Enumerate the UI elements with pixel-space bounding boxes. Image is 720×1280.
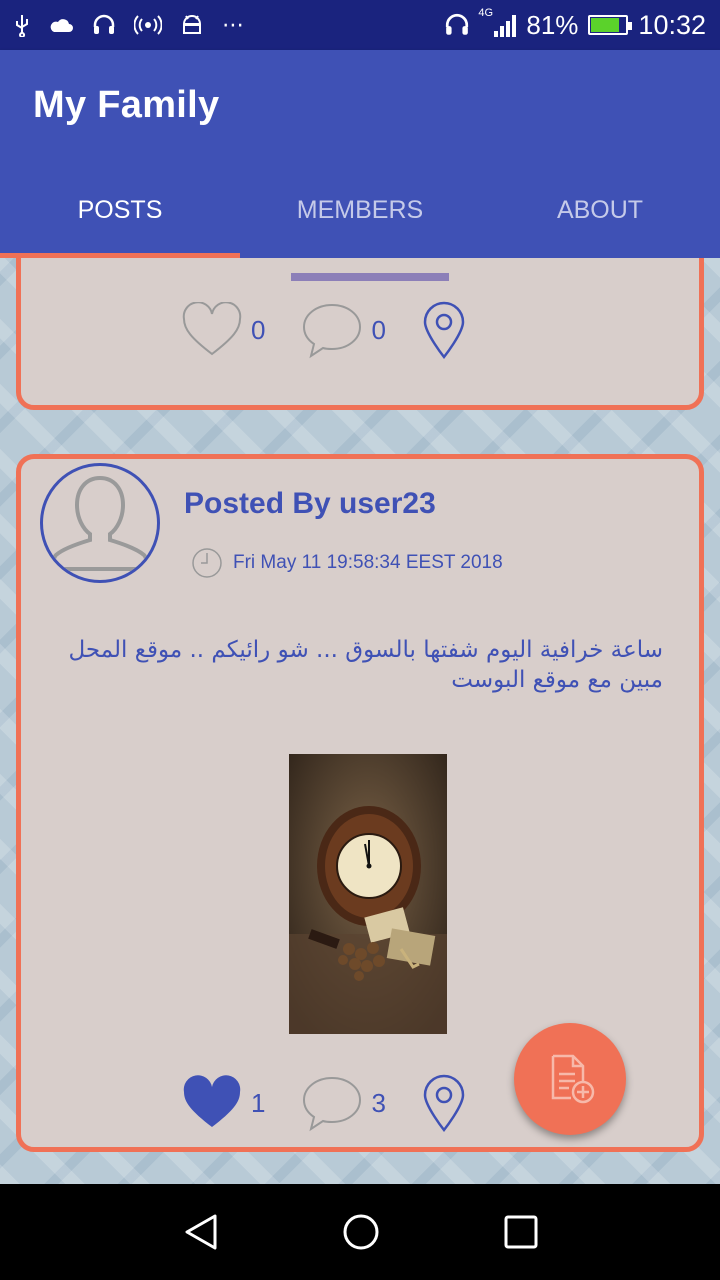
notification-icons: ⋯ <box>14 12 244 38</box>
comment-button[interactable]: 0 <box>301 301 386 359</box>
location-pin-icon <box>423 1074 465 1132</box>
back-icon[interactable] <box>182 1212 220 1252</box>
android-icon <box>182 15 202 34</box>
add-post-button[interactable] <box>514 1023 626 1135</box>
avatar[interactable] <box>40 463 160 583</box>
signal-icon: 4G <box>478 7 517 37</box>
heart-outline-icon <box>182 302 242 356</box>
tab-bar: POSTS MEMBERS ABOUT <box>0 162 720 258</box>
tab-posts[interactable]: POSTS <box>0 162 240 258</box>
location-button[interactable] <box>422 1074 466 1132</box>
post-date: Fri May 11 19:58:34 EEST 2018 <box>233 552 503 573</box>
comment-count: 3 <box>371 1087 386 1118</box>
user-placeholder-icon <box>50 475 150 571</box>
clock-icon <box>192 548 222 578</box>
tab-members[interactable]: MEMBERS <box>240 162 480 258</box>
clock: 10:32 <box>638 9 706 40</box>
more-icon: ⋯ <box>222 12 244 37</box>
tab-about[interactable]: ABOUT <box>480 162 720 258</box>
comment-bubble-icon <box>303 1076 362 1132</box>
post-author: Posted By user23 <box>184 487 436 520</box>
like-button[interactable]: 1 <box>181 1075 265 1131</box>
add-document-icon <box>551 1054 595 1104</box>
like-button[interactable]: 0 <box>181 302 265 358</box>
like-count: 0 <box>251 314 266 345</box>
recent-apps-icon[interactable] <box>502 1212 540 1252</box>
app-title: My Family <box>33 84 220 126</box>
post-image[interactable] <box>291 273 449 281</box>
hotspot-icon <box>134 15 162 35</box>
post-image[interactable] <box>289 754 447 1034</box>
post-date-row: Fri May 11 19:58:34 EEST 2018 <box>191 547 503 579</box>
comment-bubble-icon <box>303 303 362 359</box>
post-text: ساعة خرافية اليوم شفتها بالسوق ... شو را… <box>68 637 663 693</box>
post-actions: 1 3 <box>181 1074 502 1132</box>
navigation-bar <box>0 1184 720 1280</box>
app-bar: My Family <box>0 50 720 162</box>
location-pin-icon <box>423 301 465 359</box>
heart-filled-icon <box>183 1075 241 1127</box>
status-bar: ⋯ 4G 81% 10:32 <box>0 0 720 50</box>
location-button[interactable] <box>422 301 466 359</box>
like-count: 1 <box>251 1087 266 1118</box>
usb-icon <box>16 15 28 37</box>
cloud-icon <box>50 19 73 32</box>
network-type: 4G <box>478 7 494 19</box>
clock-photo <box>289 754 447 1034</box>
comment-count: 0 <box>371 314 386 345</box>
battery-percent: 81% <box>526 9 579 40</box>
home-icon[interactable] <box>342 1212 380 1252</box>
post-actions: 0 0 <box>181 301 502 359</box>
post-card[interactable]: 0 0 <box>16 258 704 410</box>
system-status: 4G 81% 10:32 <box>444 7 706 41</box>
headset-icon <box>93 14 115 34</box>
comment-button[interactable]: 3 <box>301 1074 386 1132</box>
headset-icon <box>446 13 469 35</box>
battery-icon <box>588 15 633 35</box>
